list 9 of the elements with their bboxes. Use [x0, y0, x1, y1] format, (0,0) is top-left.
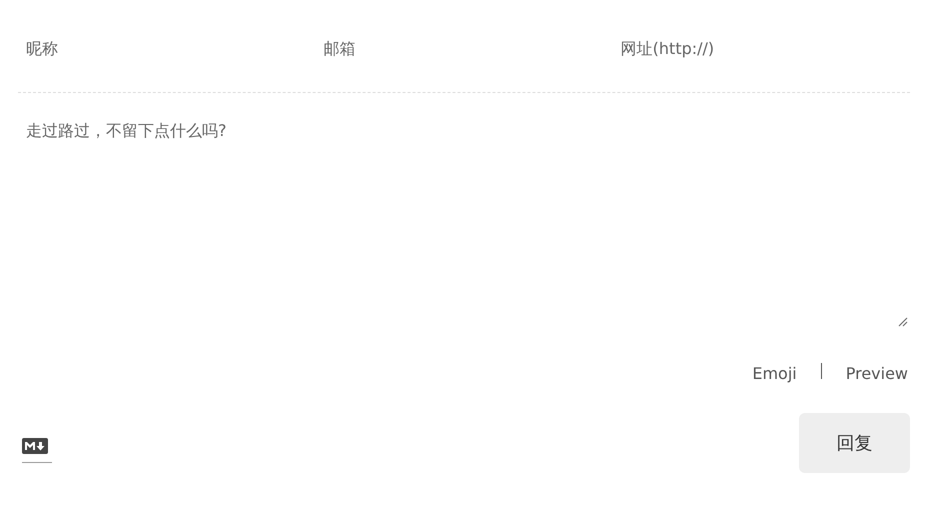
submit-button[interactable]: 回复 [799, 413, 910, 473]
input-field[interactable]: 网址(http://) [612, 28, 910, 68]
comment-field[interactable]: 走过路过，不留下点什么吗? [18, 101, 910, 333]
toolbar-link[interactable]: Emoji [750, 364, 799, 382]
toolbar-link[interactable]: Preview [844, 364, 910, 382]
markdown-icon[interactable] [22, 438, 48, 454]
resize-handle-icon[interactable] [898, 317, 908, 327]
input-field[interactable]: 邮箱 [315, 28, 613, 68]
input-field[interactable]: 昵称 [18, 28, 316, 68]
